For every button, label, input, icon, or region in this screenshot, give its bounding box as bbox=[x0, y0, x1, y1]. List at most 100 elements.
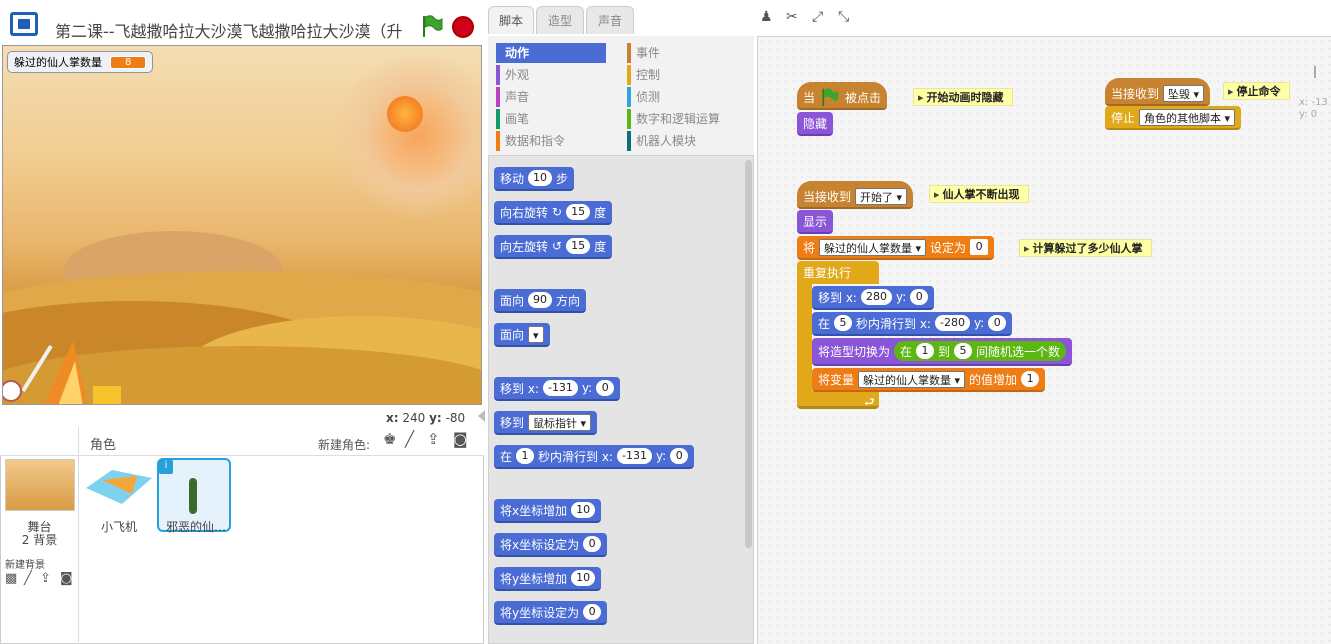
category-pen[interactable]: 画笔 bbox=[496, 109, 529, 129]
comment[interactable]: 开始动画时隐藏 bbox=[913, 88, 1013, 106]
text: x: -13 bbox=[1299, 97, 1328, 108]
num-input[interactable]: 0 bbox=[583, 536, 602, 552]
upload-icon[interactable]: ⇪ bbox=[427, 431, 440, 447]
tab-scripts[interactable]: 脚本 bbox=[488, 6, 534, 34]
category-events[interactable]: 事件 bbox=[627, 43, 660, 63]
num-input[interactable]: -280 bbox=[934, 315, 970, 331]
num-input[interactable]: 0 bbox=[596, 380, 615, 396]
num-input[interactable]: -131 bbox=[542, 380, 578, 396]
sprite-library-icon[interactable]: ♚ bbox=[383, 431, 396, 447]
block-move[interactable]: 移动 10 步 bbox=[494, 167, 575, 191]
num-input[interactable]: 15 bbox=[566, 204, 591, 220]
dropdown[interactable]: 角色的其他脚本 bbox=[1139, 108, 1236, 126]
category-robot[interactable]: 机器人模块 bbox=[627, 131, 696, 151]
dropdown[interactable] bbox=[528, 325, 544, 343]
block-turn-right[interactable]: 向右旋转 ↻ 15 度 bbox=[494, 201, 613, 225]
category-control[interactable]: 控制 bbox=[627, 65, 660, 85]
dropdown[interactable]: 躲过的仙人掌数量 bbox=[858, 370, 966, 388]
shrink-icon[interactable]: ⤡ bbox=[838, 9, 849, 25]
block-goto-xy[interactable]: 移到 x: -131 y: 0 bbox=[494, 377, 621, 401]
hat-when-receive[interactable]: 当接收到 坠毁 bbox=[1105, 78, 1211, 106]
dropdown[interactable]: 开始了 bbox=[855, 187, 908, 205]
category-motion[interactable]: 动作 bbox=[496, 43, 606, 63]
backdrop-upload-icon[interactable]: ⇪ bbox=[40, 571, 51, 587]
block-set-variable[interactable]: 将躲过的仙人掌数量设定为0 bbox=[797, 236, 995, 260]
comment[interactable]: 停止命令 bbox=[1223, 82, 1290, 100]
hat-green-flag[interactable]: 当 被点击 bbox=[797, 82, 888, 110]
dropdown[interactable]: 坠毁 bbox=[1163, 84, 1205, 102]
comment[interactable]: 仙人掌不断出现 bbox=[929, 185, 1029, 203]
num-input[interactable]: 0 bbox=[670, 448, 689, 464]
category-data[interactable]: 数据和指令 bbox=[496, 131, 565, 151]
block-glide[interactable]: 在 5 秒内滑行到 x: -280 y: 0 bbox=[812, 312, 1013, 336]
project-title[interactable]: 第二课--飞越撒哈拉大沙漠飞越撒哈拉大沙漠（升 bbox=[55, 18, 405, 42]
hat-when-receive[interactable]: 当接收到 开始了 bbox=[797, 181, 914, 209]
palette-scrollbar[interactable] bbox=[745, 160, 752, 548]
block-turn-left[interactable]: 向左旋转 ↺ 15 度 bbox=[494, 235, 613, 259]
variable-monitor[interactable]: 躲过的仙人掌数量 8 bbox=[7, 51, 154, 73]
pane-collapse-icon[interactable] bbox=[478, 410, 485, 422]
num-input[interactable]: 10 bbox=[571, 502, 596, 518]
grow-icon[interactable]: ⤢ bbox=[812, 9, 823, 25]
stage-thumbnail[interactable] bbox=[5, 459, 75, 511]
category-looks[interactable]: 外观 bbox=[496, 65, 529, 85]
block-change-variable[interactable]: 将变量躲过的仙人掌数量的值增加1 bbox=[812, 368, 1046, 392]
comment[interactable]: 计算躲过了多少仙人掌 bbox=[1019, 239, 1152, 257]
block-change-y[interactable]: 将y坐标增加 10 bbox=[494, 567, 602, 591]
num-input[interactable]: 0 bbox=[988, 315, 1007, 331]
block-set-x[interactable]: 将x坐标设定为 0 bbox=[494, 533, 608, 557]
plane-sprite[interactable] bbox=[3, 331, 133, 405]
block-hide[interactable]: 隐藏 bbox=[797, 112, 834, 136]
num-input[interactable]: 1 bbox=[916, 343, 935, 359]
num-input[interactable]: -131 bbox=[616, 448, 652, 464]
block-show[interactable]: 显示 bbox=[797, 210, 834, 234]
num-input[interactable]: 1 bbox=[1021, 371, 1040, 387]
block-point-towards[interactable]: 面向 bbox=[494, 323, 550, 347]
num-input[interactable]: 5 bbox=[834, 315, 853, 331]
stop-icon[interactable] bbox=[452, 16, 474, 38]
tab-costumes[interactable]: 造型 bbox=[536, 6, 584, 34]
delete-icon[interactable]: ✂ bbox=[786, 9, 798, 25]
category-operators[interactable]: 数字和逻辑运算 bbox=[627, 109, 720, 129]
dropdown[interactable]: 鼠标指针 bbox=[528, 413, 592, 431]
block-set-y[interactable]: 将y坐标设定为 0 bbox=[494, 601, 608, 625]
block-change-x[interactable]: 将x坐标增加 10 bbox=[494, 499, 602, 523]
num-input[interactable]: 280 bbox=[860, 289, 892, 305]
fullscreen-icon[interactable] bbox=[10, 12, 38, 36]
tab-sounds[interactable]: 声音 bbox=[586, 6, 634, 34]
info-icon[interactable]: i bbox=[159, 460, 173, 474]
backdrop-library-icon[interactable]: ▩ bbox=[5, 571, 17, 587]
paint-brush-icon[interactable]: ╱ bbox=[405, 431, 414, 447]
text: 向右旋转 bbox=[500, 205, 549, 220]
num-input[interactable]: 5 bbox=[954, 343, 973, 359]
stage-canvas[interactable] bbox=[2, 45, 482, 405]
text: y: bbox=[581, 381, 593, 395]
category-sensing[interactable]: 侦测 bbox=[627, 87, 660, 107]
block-pick-random[interactable]: 在 1 到 5 间随机选一个数 bbox=[894, 341, 1067, 361]
text: 秒内滑行到 x: bbox=[538, 449, 613, 464]
num-input[interactable]: 1 bbox=[516, 448, 535, 464]
duplicate-icon[interactable]: ♟ bbox=[760, 9, 773, 25]
block-goto[interactable]: 移到 鼠标指针 bbox=[494, 411, 598, 435]
num-input[interactable]: 0 bbox=[583, 604, 602, 620]
category-sound[interactable]: 声音 bbox=[496, 87, 529, 107]
value-input[interactable]: 0 bbox=[970, 239, 989, 255]
dropdown[interactable]: 躲过的仙人掌数量 bbox=[819, 238, 927, 256]
text: 方向 bbox=[556, 293, 581, 308]
num-input[interactable]: 0 bbox=[910, 289, 929, 305]
num-input[interactable]: 10 bbox=[571, 570, 596, 586]
green-flag-icon[interactable] bbox=[420, 14, 444, 38]
turn-left-icon: ↺ bbox=[552, 239, 563, 253]
backdrop-camera-icon[interactable]: ◙ bbox=[60, 571, 73, 587]
camera-icon[interactable]: ◙ bbox=[453, 431, 468, 447]
num-input[interactable]: 15 bbox=[566, 238, 591, 254]
backdrop-paint-icon[interactable]: ╱ bbox=[24, 571, 32, 587]
num-input[interactable]: 90 bbox=[528, 292, 553, 308]
block-goto-xy[interactable]: 移到 x: 280 y: 0 bbox=[812, 286, 935, 310]
num-input[interactable]: 10 bbox=[528, 170, 553, 186]
block-switch-costume[interactable]: 将造型切换为 在 1 到 5 间随机选一个数 bbox=[812, 338, 1073, 366]
block-glide[interactable]: 在 1 秒内滑行到 x: -131 y: 0 bbox=[494, 445, 695, 469]
block-point-direction[interactable]: 面向 90 方向 bbox=[494, 289, 587, 313]
block-stop[interactable]: 停止 角色的其他脚本 bbox=[1105, 106, 1242, 130]
sprite-tile-selected[interactable]: i 邪恶的仙… bbox=[157, 458, 231, 534]
